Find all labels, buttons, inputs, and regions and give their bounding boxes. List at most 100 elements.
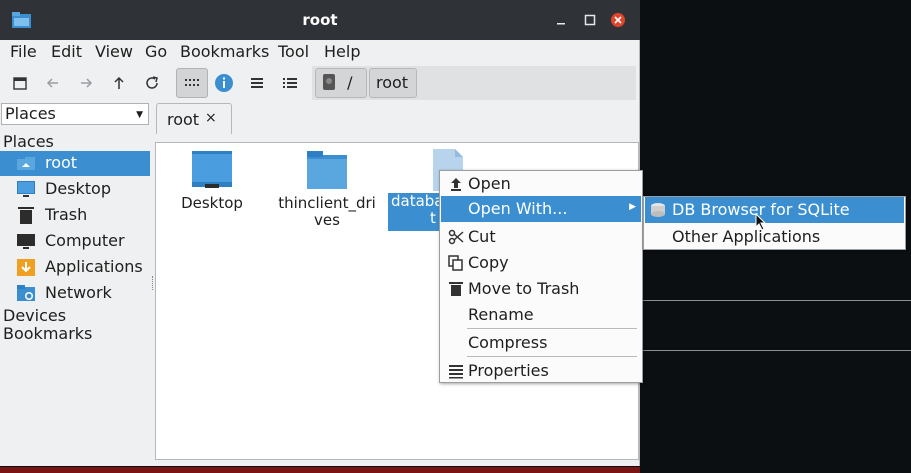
taskbar-edge — [0, 467, 640, 473]
mouse-pointer-icon — [755, 213, 767, 231]
side-pane-select[interactable]: Places ▼ — [1, 103, 149, 125]
menu-item-rename[interactable]: Rename — [441, 302, 641, 328]
network-icon — [17, 285, 35, 301]
list-view-icon — [283, 78, 297, 88]
maximize-icon — [584, 14, 596, 26]
file-name: thinclient_dri — [278, 194, 376, 212]
menu-item-label: Compress — [468, 333, 548, 352]
menu-bar: File Edit View Go Bookmarks Tool Help — [0, 40, 640, 64]
menu-item-cut[interactable]: Cut — [441, 224, 641, 250]
title-bar[interactable]: root — [0, 0, 640, 40]
sidebar-item-computer[interactable]: Computer — [0, 229, 150, 254]
path-root-button[interactable]: / — [315, 68, 367, 98]
submenu-item-label: Other Applications — [672, 227, 821, 246]
maximize-button[interactable] — [582, 12, 598, 28]
menu-item-compress[interactable]: Compress — [441, 330, 641, 356]
menu-help[interactable]: Help — [324, 42, 360, 61]
desktop-folder-icon — [192, 151, 232, 188]
submenu-arrow-icon: ▶ — [629, 202, 636, 212]
up-icon — [114, 76, 124, 89]
close-button[interactable] — [610, 12, 626, 28]
bookmarks-heading[interactable]: Bookmarks — [3, 324, 92, 343]
desktop-divider — [641, 300, 911, 301]
copy-icon — [448, 255, 463, 271]
database-icon — [651, 203, 665, 217]
reload-button[interactable] — [138, 68, 166, 98]
info-icon — [215, 74, 233, 92]
file-name-cont: ves — [314, 211, 340, 229]
open-with-submenu: DB Browser for SQLite Other Applications — [643, 196, 906, 250]
menu-item-open-with[interactable]: Open With... ▶ — [441, 196, 641, 222]
reload-icon — [146, 76, 158, 89]
info-view-button[interactable] — [210, 68, 238, 98]
menu-item-properties[interactable]: Properties — [441, 358, 641, 384]
pane-splitter[interactable] — [152, 276, 154, 290]
sidebar-item-trash[interactable]: Trash — [0, 203, 150, 228]
folder-icon — [307, 151, 347, 189]
minimize-button[interactable] — [553, 12, 569, 28]
menu-edit[interactable]: Edit — [51, 42, 82, 61]
places-sidebar: Places root Desktop Trash Computer Appli… — [0, 130, 151, 466]
forward-icon — [81, 78, 93, 88]
path-current-button[interactable]: root — [369, 68, 417, 98]
menu-bookmarks[interactable]: Bookmarks — [180, 42, 269, 61]
file-item-desktop[interactable]: Desktop — [167, 151, 257, 212]
trash-icon — [449, 282, 463, 296]
desktop-icon — [17, 181, 35, 197]
menu-item-move-to-trash[interactable]: Move to Trash — [441, 276, 641, 302]
menu-separator — [467, 328, 637, 329]
trash-icon — [18, 207, 34, 224]
submenu-item-db-browser[interactable]: DB Browser for SQLite — [645, 197, 904, 223]
submenu-item-other-applications[interactable]: Other Applications — [645, 224, 904, 250]
menu-item-copy[interactable]: Copy — [441, 250, 641, 276]
sidebar-item-label: Trash — [45, 205, 88, 224]
places-heading[interactable]: Places — [3, 132, 54, 151]
side-pane-select-value: Places — [5, 104, 56, 123]
back-button[interactable] — [39, 68, 67, 98]
compact-view-button[interactable] — [243, 68, 271, 98]
sidebar-item-desktop[interactable]: Desktop — [0, 177, 150, 202]
sidebar-item-applications[interactable]: Applications — [0, 255, 150, 280]
minimize-icon — [557, 23, 565, 25]
tab-root[interactable]: root × — [156, 103, 232, 134]
sidebar-item-root[interactable]: root — [0, 151, 150, 176]
drive-icon — [323, 74, 335, 90]
menu-separator — [467, 356, 637, 357]
menu-tool[interactable]: Tool — [278, 42, 309, 61]
path-current-label: root — [376, 73, 409, 92]
menu-item-label: Rename — [468, 305, 534, 324]
forward-button[interactable] — [72, 68, 100, 98]
menu-item-label: Cut — [468, 227, 496, 246]
computer-icon — [17, 234, 35, 249]
path-root-label: / — [347, 73, 353, 92]
desktop-divider — [641, 350, 911, 351]
window-title: root — [302, 11, 338, 29]
compact-view-icon — [251, 78, 263, 88]
icon-view-button[interactable] — [176, 68, 208, 98]
properties-icon — [449, 365, 463, 379]
open-icon — [451, 178, 461, 191]
devices-heading[interactable]: Devices — [3, 306, 66, 325]
menu-item-label: Properties — [468, 361, 549, 380]
icon-view-icon — [185, 79, 199, 86]
new-window-icon — [13, 77, 27, 90]
tab-close-icon[interactable]: × — [205, 110, 217, 126]
sidebar-item-label: Computer — [45, 231, 125, 250]
menu-item-label: Open With... — [468, 199, 568, 218]
menu-go[interactable]: Go — [145, 42, 167, 61]
menu-item-label: Move to Trash — [468, 279, 580, 298]
up-button[interactable] — [105, 68, 133, 98]
chevron-down-icon: ▼ — [136, 110, 143, 120]
menu-view[interactable]: View — [95, 42, 133, 61]
list-view-button[interactable] — [276, 68, 304, 98]
applications-icon — [17, 259, 35, 276]
close-icon — [611, 13, 625, 27]
file-item-thinclient-drives[interactable]: thinclient_dri ves — [274, 151, 380, 229]
menu-file[interactable]: File — [10, 42, 37, 61]
sidebar-item-network[interactable]: Network — [0, 281, 150, 306]
new-window-button[interactable] — [6, 68, 34, 98]
menu-item-label: Copy — [468, 253, 509, 272]
menu-item-open[interactable]: Open — [441, 171, 641, 197]
sidebar-item-label: Applications — [45, 257, 143, 276]
tab-bar: root × — [155, 102, 639, 134]
